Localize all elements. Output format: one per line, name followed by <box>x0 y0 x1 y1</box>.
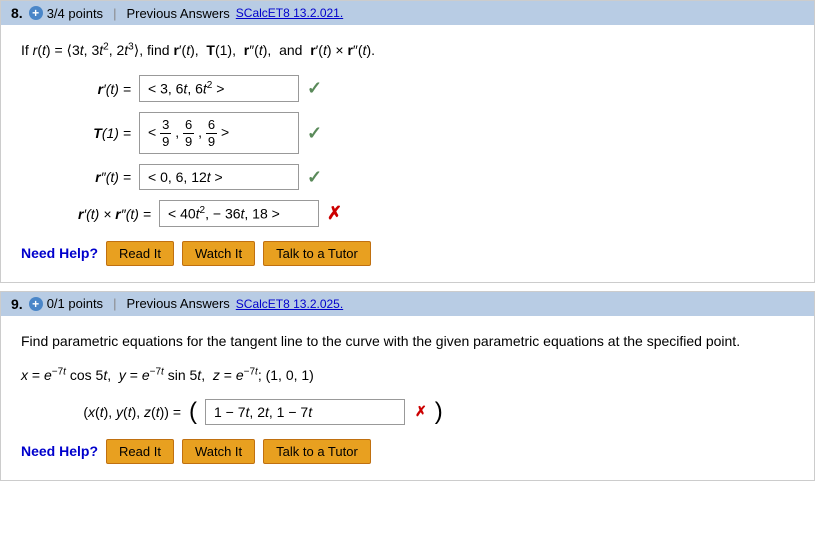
q9-answer-label: (x(t), y(t), z(t)) = <box>21 404 181 420</box>
q8-need-help-row: Need Help? Read It Watch It Talk to a Tu… <box>21 241 794 266</box>
q8-input-rprime: < 3, 6t, 6t2 > <box>139 75 299 102</box>
q8-row-rdoubleprime: r″(t) = < 0, 6, 12t > ✓ <box>21 164 794 190</box>
q8-check-rdoubleprime: ✓ <box>307 167 322 188</box>
q9-talk-tutor-button[interactable]: Talk to a Tutor <box>263 439 371 464</box>
q8-read-it-button[interactable]: Read It <box>106 241 174 266</box>
q9-left-paren: ( <box>189 400 197 424</box>
question-9-header: 9. + 0/1 points | Previous Answers SCalc… <box>1 292 814 316</box>
q8-watch-it-button[interactable]: Watch It <box>182 241 255 266</box>
q9-number: 9. <box>11 296 23 312</box>
q8-frac3: 6 9 <box>206 117 217 149</box>
q8-frac2: 6 9 <box>183 117 194 149</box>
q9-watch-it-button[interactable]: Watch It <box>182 439 255 464</box>
q9-cross-wrong: ✗ <box>415 403 427 420</box>
q9-source[interactable]: SCalcET8 13.2.025. <box>236 297 343 311</box>
q8-check-rprime: ✓ <box>307 78 322 99</box>
q9-statement: Find parametric equations for the tangen… <box>21 330 794 352</box>
q8-source[interactable]: SCalcET8 13.2.021. <box>236 6 343 20</box>
q8-frac2-num: 6 <box>183 117 194 134</box>
q8-check-t1: ✓ <box>307 123 322 144</box>
q8-frac3-den: 9 <box>206 134 217 150</box>
separator-2: | <box>113 296 116 311</box>
q8-cross-wrong: ✗ <box>327 203 342 224</box>
q8-label-cross: r′(t) × r″(t) = <box>21 206 151 222</box>
q8-points-badge: + 3/4 points <box>29 6 103 21</box>
q8-frac1-num: 3 <box>160 117 171 134</box>
question-8: 8. + 3/4 points | Previous Answers SCalc… <box>0 0 815 283</box>
q8-prev-answers: Previous Answers <box>126 6 229 21</box>
q9-body: Find parametric equations for the tangen… <box>1 316 814 480</box>
question-8-header: 8. + 3/4 points | Previous Answers SCalc… <box>1 1 814 25</box>
q8-row-t1: T(1) = < 3 9 , 6 9 , 6 9 > ✓ <box>21 112 794 154</box>
q8-need-help-label: Need Help? <box>21 245 98 261</box>
q8-frac1-den: 9 <box>160 134 171 150</box>
q8-input-rdoubleprime: < 0, 6, 12t > <box>139 164 299 190</box>
q9-prev-answers: Previous Answers <box>126 296 229 311</box>
q8-label-t1: T(1) = <box>21 125 131 141</box>
q9-need-help-row: Need Help? Read It Watch It Talk to a Tu… <box>21 439 794 464</box>
q9-read-it-button[interactable]: Read It <box>106 439 174 464</box>
q8-row-rprime: r′(t) = < 3, 6t, 6t2 > ✓ <box>21 75 794 102</box>
q8-input-t1: < 3 9 , 6 9 , 6 9 > <box>139 112 299 154</box>
q8-row-cross: r′(t) × r″(t) = < 40t2, − 36t, 18 > ✗ <box>21 200 794 227</box>
q9-input-answer: 1 − 7t, 2t, 1 − 7t <box>205 399 405 425</box>
q9-need-help-label: Need Help? <box>21 443 98 459</box>
question-9: 9. + 0/1 points | Previous Answers SCalc… <box>0 291 815 481</box>
q8-frac1: 3 9 <box>160 117 171 149</box>
q8-label-rdoubleprime: r″(t) = <box>21 169 131 185</box>
q8-talk-tutor-button[interactable]: Talk to a Tutor <box>263 241 371 266</box>
q9-sub-eq: x = e−7t cos 5t, y = e−7t sin 5t, z = e−… <box>21 364 794 386</box>
q8-frac2-den: 9 <box>183 134 194 150</box>
q8-input-cross: < 40t2, − 36t, 18 > <box>159 200 319 227</box>
q9-right-paren: ) <box>435 400 443 424</box>
q8-points: 3/4 points <box>47 6 103 21</box>
q9-points-badge: + 0/1 points <box>29 296 103 311</box>
q9-points: 0/1 points <box>47 296 103 311</box>
q8-number: 8. <box>11 5 23 21</box>
q8-label-rprime: r′(t) = <box>21 81 131 97</box>
separator-1: | <box>113 6 116 21</box>
q8-frac3-num: 6 <box>206 117 217 134</box>
q9-answer-row: (x(t), y(t), z(t)) = ( 1 − 7t, 2t, 1 − 7… <box>21 399 794 425</box>
plus-icon: + <box>29 6 43 20</box>
q9-plus-icon: + <box>29 297 43 311</box>
q8-problem: If r(t) = ⟨3t, 3t2, 2t3⟩, find r′(t), T(… <box>21 39 794 61</box>
q8-body: If r(t) = ⟨3t, 3t2, 2t3⟩, find r′(t), T(… <box>1 25 814 282</box>
